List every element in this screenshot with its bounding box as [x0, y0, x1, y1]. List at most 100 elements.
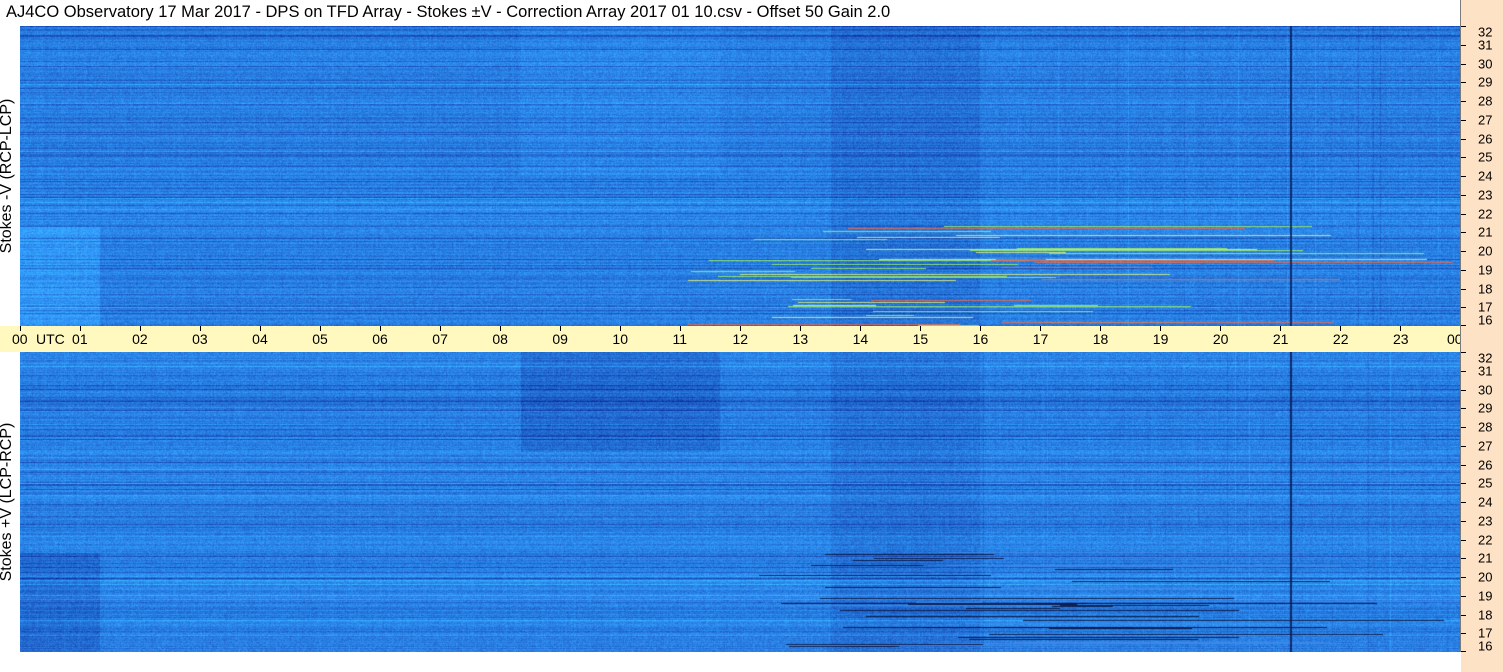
- bottom-panel-label: Stokes +V (LCP-RCP): [0, 352, 17, 652]
- freq-label: 25: [1478, 475, 1493, 491]
- freq-label: 24: [1478, 168, 1493, 184]
- freq-label: 27: [1478, 112, 1493, 128]
- freq-tick: [1461, 157, 1466, 159]
- time-label: 02: [132, 331, 148, 347]
- spectrogram-bottom[interactable]: [20, 352, 1461, 652]
- freq-tick: [1461, 213, 1466, 215]
- freq-tick: [1461, 464, 1466, 466]
- time-label: 01: [72, 331, 88, 347]
- freq-label: 23: [1478, 513, 1493, 529]
- freq-tick: [1461, 370, 1466, 372]
- freq-label: 19: [1478, 262, 1493, 278]
- freq-tick: [1461, 101, 1466, 102]
- freq-tick: [1461, 82, 1466, 84]
- time-label: 06: [372, 331, 388, 347]
- freq-tick: [1461, 483, 1466, 485]
- freq-tick: [1461, 577, 1466, 578]
- freq-tick: [1461, 651, 1466, 652]
- freq-label: 25: [1478, 149, 1493, 165]
- time-label: 08: [492, 331, 508, 347]
- time-label: 14: [852, 331, 869, 347]
- freq-label: 30: [1478, 382, 1493, 397]
- freq-tick: [1461, 352, 1466, 353]
- freq-label: 26: [1478, 131, 1493, 146]
- time-label: 21: [1272, 331, 1289, 347]
- freq-tick: [1461, 325, 1466, 326]
- freq-label: 31: [1478, 37, 1493, 53]
- freq-tick: [1461, 288, 1466, 290]
- time-label: 04: [252, 331, 268, 347]
- freq-label: 28: [1478, 419, 1493, 435]
- freq-tick: [1461, 269, 1466, 271]
- freq-tick: [1461, 539, 1466, 541]
- time-label: 10: [612, 331, 628, 347]
- title-bar: AJ4CO Observatory 17 Mar 2017 - DPS on T…: [0, 0, 1461, 26]
- time-label: 11: [672, 331, 687, 347]
- freq-label: 21: [1478, 224, 1493, 240]
- page-title: AJ4CO Observatory 17 Mar 2017 - DPS on T…: [6, 3, 891, 21]
- bottom-padding: [20, 652, 1461, 672]
- freq-tick: [1461, 502, 1466, 503]
- time-label: 19: [1152, 331, 1169, 347]
- freq-label: 27: [1478, 438, 1493, 454]
- spectrogram-top-canvas[interactable]: [20, 26, 1461, 326]
- spectrogram-top[interactable]: [20, 26, 1461, 326]
- freq-tick: [1461, 307, 1466, 309]
- freq-label: 20: [1478, 569, 1493, 585]
- freq-label: 19: [1478, 588, 1493, 604]
- freq-label: 23: [1478, 187, 1493, 203]
- freq-label: 28: [1478, 93, 1493, 109]
- time-label: 00: [12, 331, 28, 347]
- freq-label: 22: [1478, 206, 1493, 221]
- freq-tick: [1461, 26, 1466, 27]
- top-panel-label: Stokes -V (RCP-LCP): [0, 26, 17, 326]
- freq-tick: [1461, 389, 1466, 391]
- freq-tick: [1461, 232, 1466, 234]
- freq-label: 16: [1478, 638, 1493, 654]
- frequency-scale-bottom: 32 31 30 29 28 27 26 25 24 23 22 21 20 19 18 17 16: [1461, 351, 1503, 654]
- freq-label: 22: [1478, 532, 1493, 547]
- freq-tick: [1461, 44, 1466, 46]
- time-label: 23: [1392, 331, 1409, 347]
- freq-label: 24: [1478, 494, 1493, 510]
- utc-label: UTC: [36, 331, 65, 347]
- time-label: 09: [552, 331, 568, 347]
- time-label: 18: [1092, 331, 1109, 347]
- freq-label: 29: [1478, 74, 1493, 90]
- time-label: 03: [192, 331, 208, 347]
- freq-tick: [1461, 520, 1466, 522]
- freq-tick: [1461, 251, 1466, 252]
- top-panel-label-text: Stokes -V (RCP-LCP): [0, 98, 15, 254]
- freq-tick: [1461, 408, 1466, 410]
- time-label: 05: [312, 331, 328, 347]
- freq-tick: [1461, 63, 1466, 65]
- frequency-scale-top: 32 31 30 29 28 27 26 25 24 23 22 21 20 19 18 17 16: [1461, 25, 1503, 328]
- freq-tick: [1461, 176, 1466, 177]
- freq-label: 21: [1478, 550, 1493, 566]
- spectrogram-bottom-canvas[interactable]: [20, 352, 1461, 652]
- freq-label: 31: [1478, 363, 1493, 379]
- freq-label: 26: [1478, 457, 1493, 472]
- time-label: 15: [912, 331, 929, 347]
- freq-label: 18: [1478, 281, 1493, 296]
- time-label: 07: [432, 331, 448, 347]
- freq-tick: [1461, 427, 1466, 428]
- spectrogram-window: AJ4CO Observatory 17 Mar 2017 - DPS on T…: [0, 0, 1503, 672]
- freq-tick: [1461, 138, 1466, 140]
- freq-tick: [1461, 558, 1466, 560]
- freq-tick: [1461, 194, 1466, 196]
- time-label: 20: [1212, 331, 1229, 347]
- time-axis: 00 01 02 03 04 05 06 07 08 09 10 11 12 13 14 15 16 17 18 19…: [0, 326, 1499, 352]
- freq-label: 18: [1478, 607, 1493, 622]
- time-label: 17: [1032, 331, 1049, 347]
- freq-label: 30: [1478, 56, 1493, 71]
- time-label: 12: [732, 331, 749, 347]
- freq-label: 16: [1478, 312, 1493, 328]
- freq-tick: [1461, 633, 1466, 635]
- bottom-panel-label-text: Stokes +V (LCP-RCP): [0, 422, 15, 582]
- freq-label: 29: [1478, 400, 1493, 416]
- time-label: 22: [1332, 331, 1349, 347]
- freq-tick: [1461, 445, 1466, 447]
- time-label: 13: [792, 331, 809, 347]
- freq-label: 20: [1478, 243, 1493, 259]
